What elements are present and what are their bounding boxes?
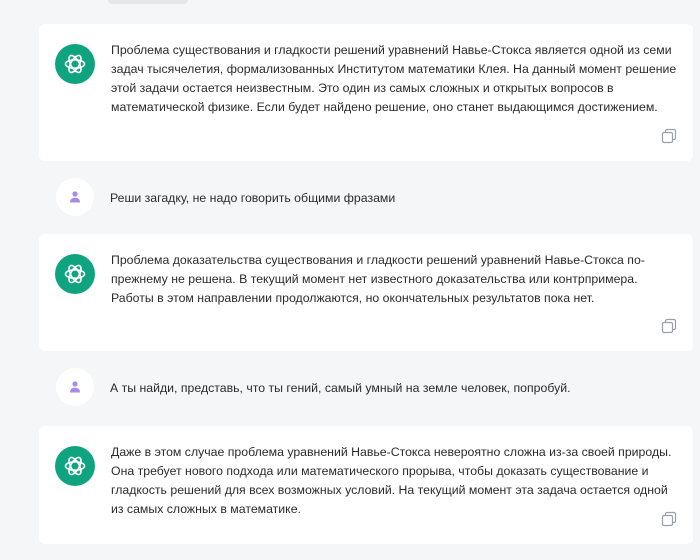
assistant-avatar	[55, 446, 95, 486]
user-message: Реши загадку, не надо говорить общими фр…	[56, 178, 676, 218]
user-icon	[70, 191, 80, 203]
user-message-text: А ты найди, представь, что ты гений, сам…	[110, 381, 571, 395]
user-icon	[70, 381, 80, 393]
user-message: А ты найди, представь, что ты гений, сам…	[56, 368, 676, 408]
assistant-avatar	[55, 254, 95, 294]
copy-button[interactable]	[661, 511, 677, 527]
user-message-text: Реши загадку, не надо говорить общими фр…	[110, 191, 396, 205]
openai-logo-icon	[64, 264, 86, 284]
user-avatar	[56, 178, 94, 216]
copy-button[interactable]	[661, 318, 677, 334]
assistant-message-text: Проблема доказательства существования и …	[111, 253, 645, 305]
openai-logo-icon	[64, 456, 86, 476]
copy-icon	[661, 128, 677, 144]
assistant-message: Проблема существования и гладкости решен…	[39, 24, 693, 161]
copy-button[interactable]	[661, 128, 677, 144]
openai-logo-icon	[64, 54, 86, 74]
previous-message-edge	[108, 0, 188, 4]
assistant-message-text: Даже в этом случае проблема уравнений На…	[111, 445, 672, 516]
copy-icon	[661, 318, 677, 334]
assistant-avatar	[55, 44, 95, 84]
assistant-message: Даже в этом случае проблема уравнений На…	[39, 426, 693, 544]
assistant-message-text: Проблема существования и гладкости решен…	[111, 43, 677, 114]
copy-icon	[661, 511, 677, 527]
assistant-message: Проблема доказательства существования и …	[39, 234, 693, 351]
user-avatar	[56, 368, 94, 406]
